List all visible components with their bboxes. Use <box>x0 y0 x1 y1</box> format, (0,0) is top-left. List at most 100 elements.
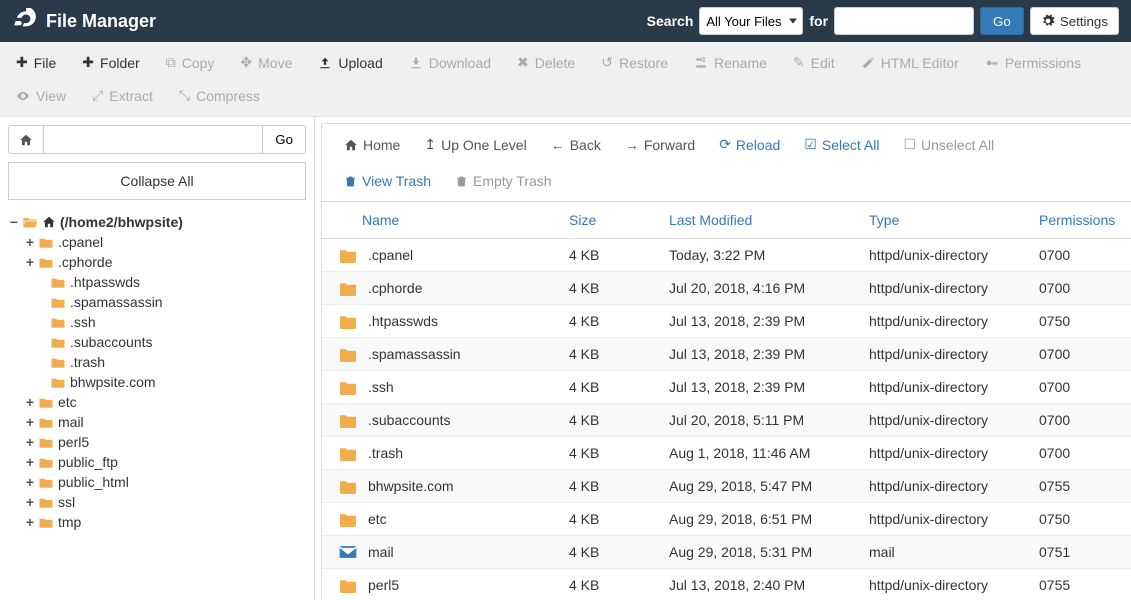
view-trash-button[interactable]: View Trash <box>334 169 441 193</box>
back-arrow-icon: ← <box>551 137 565 153</box>
tree-node[interactable]: +.cpanel <box>8 232 306 252</box>
settings-button[interactable]: Settings <box>1030 7 1119 35</box>
for-label: for <box>809 13 828 29</box>
empty-trash-button[interactable]: Empty Trash <box>445 169 562 193</box>
permissions-button[interactable]: Permissions <box>973 48 1093 77</box>
file-name: perl5 <box>368 577 399 593</box>
download-button[interactable]: Download <box>397 48 503 77</box>
file-perms: 0751 <box>1031 536 1131 569</box>
tree-node-label: tmp <box>58 514 81 530</box>
file-type: httpd/unix-directory <box>861 338 1031 371</box>
restore-button[interactable]: ↺Restore <box>589 48 680 77</box>
expand-icon[interactable]: + <box>24 494 36 510</box>
tree-node-label: .subaccounts <box>70 334 153 350</box>
file-type: httpd/unix-directory <box>861 272 1031 305</box>
unselect-all-button[interactable]: ☐Unselect All <box>893 132 1004 157</box>
file-perms: 0750 <box>1031 305 1131 338</box>
forward-button[interactable]: →Forward <box>615 132 705 157</box>
col-size[interactable]: Size <box>561 202 661 239</box>
tree-node-label: public_html <box>58 474 129 490</box>
home-button[interactable]: Home <box>334 132 410 157</box>
file-perms: 0700 <box>1031 404 1131 437</box>
compress-button[interactable]: ⤡Compress <box>167 81 272 110</box>
expand-icon[interactable]: + <box>24 434 36 450</box>
html-editor-button[interactable]: HTML Editor <box>849 48 971 77</box>
tree-node[interactable]: +.cphorde <box>8 252 306 272</box>
col-modified[interactable]: Last Modified <box>661 202 861 239</box>
search-input[interactable] <box>834 7 974 35</box>
select-all-button[interactable]: ☑Select All <box>794 132 889 157</box>
file-button[interactable]: ✚File <box>4 48 68 77</box>
expand-icon[interactable]: + <box>24 254 36 270</box>
up-one-level-button[interactable]: ↥Up One Level <box>414 132 536 157</box>
file-name: .trash <box>368 445 403 461</box>
extract-button[interactable]: ⤢Extract <box>80 81 165 110</box>
tree-node[interactable]: +mail <box>8 412 306 432</box>
tree-node[interactable]: +perl5 <box>8 432 306 452</box>
gear-icon <box>1041 14 1055 28</box>
tree-node[interactable]: + tmp <box>8 512 306 532</box>
folder-button[interactable]: ✚Folder <box>70 48 151 77</box>
collapse-all-button[interactable]: Collapse All <box>8 162 306 200</box>
table-row[interactable]: .subaccounts4 KBJul 20, 2018, 5:11 PMhtt… <box>322 404 1131 437</box>
path-input[interactable] <box>44 125 263 154</box>
file-type: httpd/unix-directory <box>861 305 1031 338</box>
folder-icon <box>38 476 54 489</box>
file-type: httpd/unix-directory <box>861 404 1031 437</box>
tree-node[interactable]: .htpasswds <box>8 272 306 292</box>
tree-root[interactable]: − (/home2/bhwpsite) <box>8 212 306 232</box>
table-row[interactable]: mail4 KBAug 29, 2018, 5:31 PMmail0751 <box>322 536 1131 569</box>
table-row[interactable]: .spamassassin4 KBJul 13, 2018, 2:39 PMht… <box>322 338 1131 371</box>
table-row[interactable]: .htpasswds4 KBJul 13, 2018, 2:39 PMhttpd… <box>322 305 1131 338</box>
expand-icon[interactable]: + <box>24 454 36 470</box>
path-go-button[interactable]: Go <box>263 125 306 154</box>
view-button[interactable]: View <box>4 81 78 110</box>
folder-icon <box>338 247 358 263</box>
tree-node[interactable]: +public_ftp <box>8 452 306 472</box>
expand-icon[interactable]: + <box>24 514 36 530</box>
folder-icon <box>38 236 54 249</box>
move-button[interactable]: ✥Move <box>228 48 304 77</box>
table-row[interactable]: .cphorde4 KBJul 20, 2018, 4:16 PMhttpd/u… <box>322 272 1131 305</box>
col-name[interactable]: Name <box>322 202 561 239</box>
table-row[interactable]: etc4 KBAug 29, 2018, 6:51 PMhttpd/unix-d… <box>322 503 1131 536</box>
tree-node[interactable]: bhwpsite.com <box>8 372 306 392</box>
collapse-icon[interactable]: − <box>8 214 20 230</box>
tree-node[interactable]: + public_html <box>8 472 306 492</box>
tree-node[interactable]: +ssl <box>8 492 306 512</box>
reload-button[interactable]: ⟳Reload <box>709 132 790 157</box>
file-size: 4 KB <box>561 239 661 272</box>
tree-node-label: etc <box>58 394 77 410</box>
expand-icon[interactable]: + <box>24 394 36 410</box>
col-perms[interactable]: Permissions <box>1031 202 1131 239</box>
tree-node[interactable]: .ssh <box>8 312 306 332</box>
search-go-button[interactable]: Go <box>980 7 1024 35</box>
upload-button[interactable]: Upload <box>306 48 394 77</box>
expand-icon[interactable]: + <box>24 414 36 430</box>
folder-tree: − (/home2/bhwpsite) +.cpanel+.cphorde.ht… <box>0 208 314 600</box>
edit-button[interactable]: ✎Edit <box>781 48 847 77</box>
back-button[interactable]: ←Back <box>541 132 611 157</box>
tree-node[interactable]: .trash <box>8 352 306 372</box>
file-name: .cphorde <box>368 280 422 296</box>
file-perms: 0700 <box>1031 272 1131 305</box>
file-type: mail <box>861 536 1031 569</box>
rename-button[interactable]: Rename <box>682 48 779 77</box>
table-row[interactable]: perl54 KBJul 13, 2018, 2:40 PMhttpd/unix… <box>322 569 1131 600</box>
table-row[interactable]: .trash4 KBAug 1, 2018, 11:46 AMhttpd/uni… <box>322 437 1131 470</box>
table-row[interactable]: bhwpsite.com4 KBAug 29, 2018, 5:47 PMhtt… <box>322 470 1131 503</box>
tree-node[interactable]: .spamassassin <box>8 292 306 312</box>
tree-node[interactable]: .subaccounts <box>8 332 306 352</box>
table-row[interactable]: .cpanel4 KBToday, 3:22 PMhttpd/unix-dire… <box>322 239 1131 272</box>
expand-icon[interactable]: + <box>24 234 36 250</box>
table-row[interactable]: .ssh4 KBJul 13, 2018, 2:39 PMhttpd/unix-… <box>322 371 1131 404</box>
copy-button[interactable]: ⧉Copy <box>154 48 227 77</box>
folder-icon <box>50 356 66 369</box>
path-home-button[interactable] <box>8 125 44 154</box>
tree-node[interactable]: + etc <box>8 392 306 412</box>
expand-icon[interactable]: + <box>24 474 36 490</box>
home-icon <box>42 215 56 229</box>
search-filter-select[interactable]: All Your Files <box>699 7 803 35</box>
delete-button[interactable]: ✖Delete <box>505 48 587 77</box>
col-type[interactable]: Type <box>861 202 1031 239</box>
